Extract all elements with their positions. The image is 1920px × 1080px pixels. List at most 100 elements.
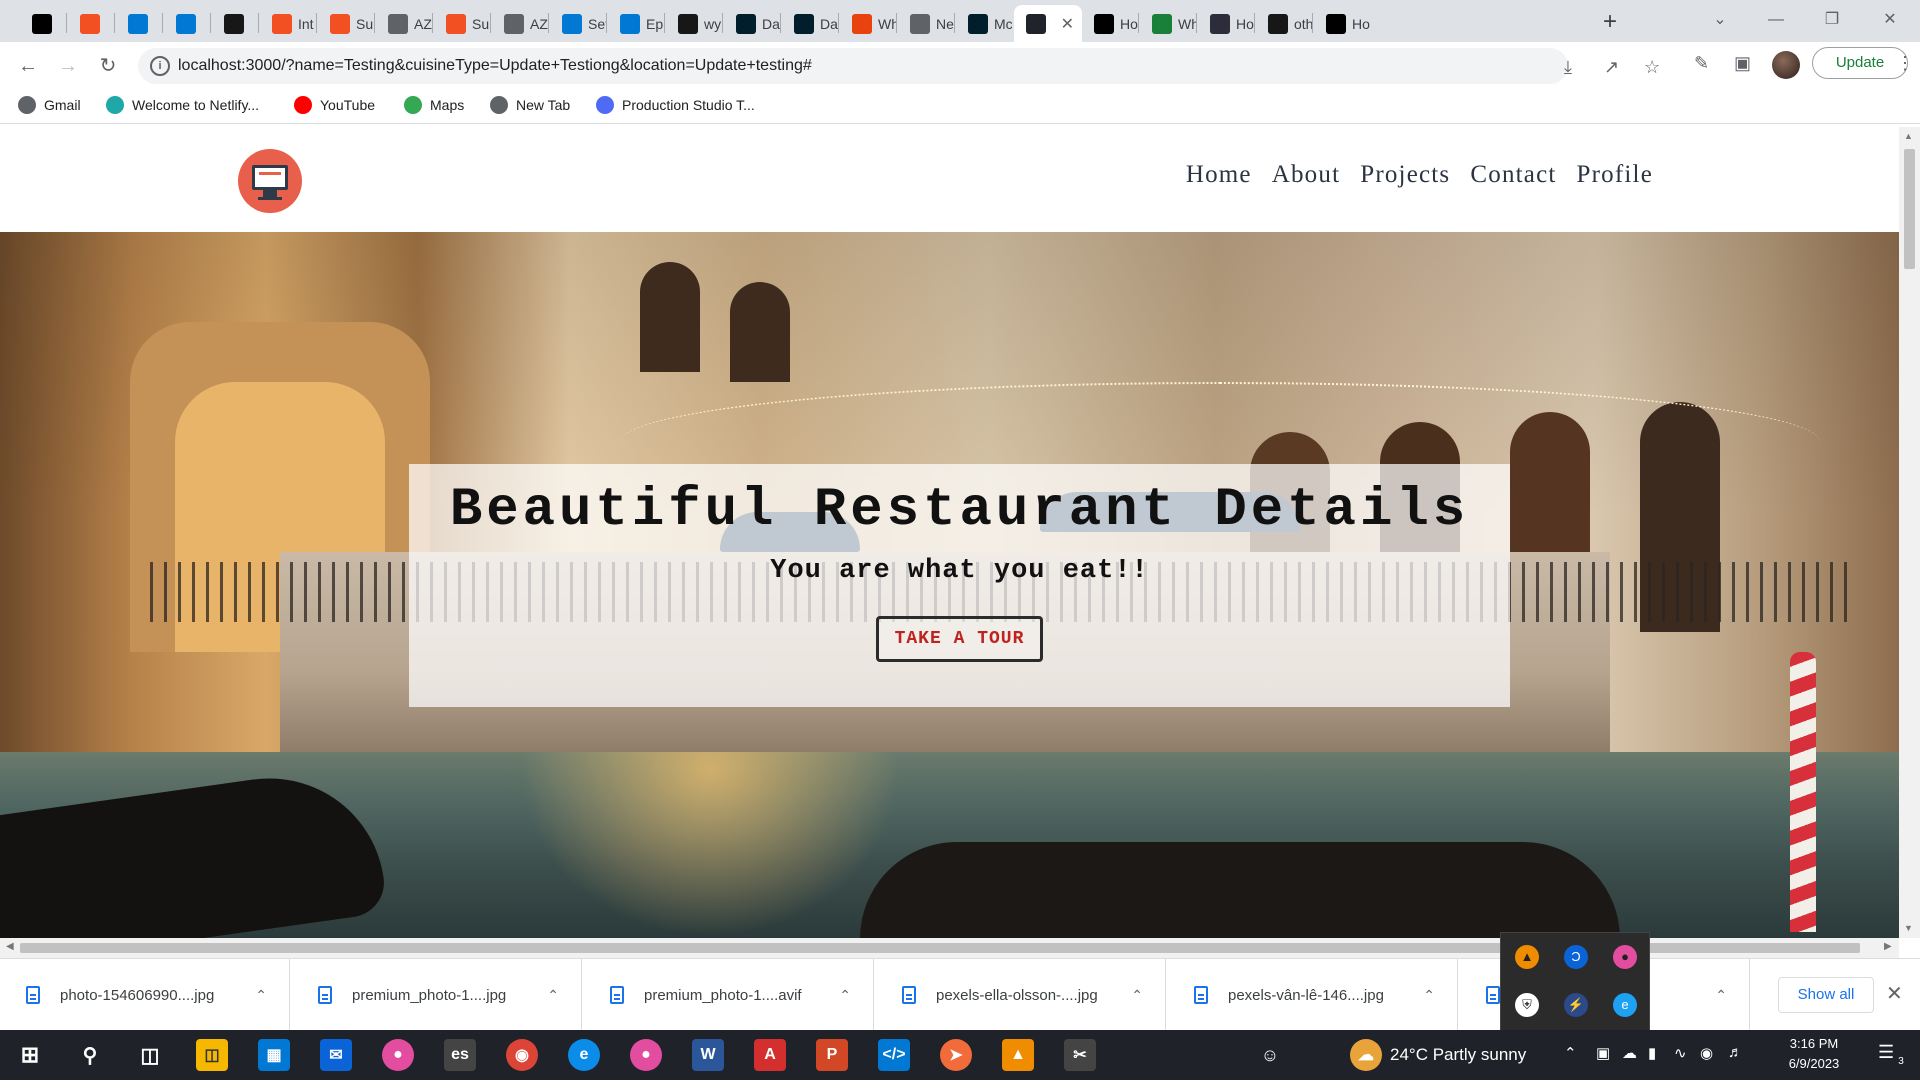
bookmark-item[interactable]: Welcome to Netlify...: [106, 96, 259, 114]
site-info-icon[interactable]: i: [150, 56, 170, 76]
browser-tab[interactable]: Int: [260, 5, 316, 42]
nav-profile[interactable]: Profile: [1577, 161, 1653, 189]
powerpoint-icon[interactable]: P: [816, 1039, 848, 1071]
weather-text[interactable]: 24°C Partly sunny: [1390, 1045, 1526, 1065]
browser-tab[interactable]: Ho: [1082, 5, 1138, 42]
weather-icon[interactable]: ☁: [1350, 1039, 1382, 1071]
vscode-icon[interactable]: </>: [878, 1039, 910, 1071]
vlc-icon[interactable]: ▲: [1002, 1039, 1034, 1071]
browser-tab[interactable]: Sur: [434, 5, 490, 42]
notification-center-icon[interactable]: ☰: [1878, 1042, 1894, 1063]
side-panel-icon[interactable]: ▣: [1734, 53, 1751, 74]
bookmark-star-icon[interactable]: ☆: [1644, 57, 1660, 78]
snipping-tool-icon[interactable]: ✂: [1064, 1039, 1096, 1071]
chevron-up-icon[interactable]: ⌃: [255, 987, 267, 1004]
tray-device-icon[interactable]: ▣: [1596, 1044, 1610, 1062]
browser-tab[interactable]: Ne: [898, 5, 954, 42]
browser-tab[interactable]: oth: [1256, 5, 1312, 42]
color-picker-icon[interactable]: ●: [630, 1039, 662, 1071]
acrobat-icon[interactable]: A: [754, 1039, 786, 1071]
site-logo[interactable]: [238, 149, 302, 213]
browser-tab[interactable]: Da: [782, 5, 838, 42]
nav-contact[interactable]: Contact: [1470, 161, 1556, 189]
update-button[interactable]: Update: [1812, 47, 1908, 79]
download-item[interactable]: photo-154606990....jpg ⌃: [0, 959, 290, 1031]
browser-tab[interactable]: Wh: [1140, 5, 1196, 42]
chevron-up-icon[interactable]: ⌃: [1131, 987, 1143, 1004]
nav-about[interactable]: About: [1272, 161, 1341, 189]
chevron-up-icon[interactable]: ⌃: [547, 987, 559, 1004]
color-app-icon[interactable]: ●: [382, 1039, 414, 1071]
wifi-icon[interactable]: ∿: [1674, 1044, 1687, 1062]
address-bar[interactable]: i localhost:3000/?name=Testing&cuisineTy…: [138, 48, 1660, 84]
task-view-icon[interactable]: ◫: [134, 1039, 166, 1071]
bookmark-item[interactable]: Production Studio T...: [596, 96, 755, 114]
file-explorer-icon[interactable]: ◫: [196, 1039, 228, 1071]
vlc-tray-icon[interactable]: ▲: [1515, 945, 1539, 969]
browser-tab[interactable]: Da: [724, 5, 780, 42]
microsoft-store-icon[interactable]: ▦: [258, 1039, 290, 1071]
download-item[interactable]: premium_photo-1....jpg ⌃: [292, 959, 582, 1031]
browser-tab[interactable]: Sur: [318, 5, 374, 42]
browser-tab[interactable]: Mc: [956, 5, 1012, 42]
camera-icon[interactable]: ◉: [1700, 1044, 1713, 1062]
browser-tab[interactable]: Ho: [1314, 5, 1370, 42]
battery-icon[interactable]: ▮: [1648, 1044, 1656, 1062]
back-button[interactable]: ←: [14, 52, 42, 80]
security-tray-icon[interactable]: ⛨: [1515, 993, 1539, 1017]
reload-button[interactable]: ↻: [94, 52, 122, 80]
install-icon[interactable]: ⤓: [1564, 57, 1572, 78]
start-windows-icon[interactable]: ⊞: [14, 1039, 46, 1071]
extensions-icon[interactable]: ✎: [1694, 53, 1709, 74]
url-text[interactable]: localhost:3000/?name=Testing&cuisineType…: [178, 57, 812, 75]
word-icon[interactable]: W: [692, 1039, 724, 1071]
browser-tab[interactable]: wy: [666, 5, 722, 42]
power-tray-icon[interactable]: ⚡: [1564, 993, 1588, 1017]
onedrive-icon[interactable]: ☁: [1622, 1044, 1637, 1062]
clock-date[interactable]: 6/9/2023: [1768, 1056, 1860, 1071]
menu-icon[interactable]: ⋮: [1896, 53, 1914, 74]
take-a-tour-button[interactable]: TAKE A TOUR: [875, 616, 1044, 662]
browser-tab[interactable]: Ho: [1198, 5, 1254, 42]
chevron-up-icon[interactable]: ⌃: [839, 987, 851, 1004]
color-picker-tray-icon[interactable]: ●: [1613, 945, 1637, 969]
tab-search-icon[interactable]: ⌄: [1694, 0, 1746, 42]
mail-icon[interactable]: ✉: [320, 1039, 352, 1071]
download-item[interactable]: premium_photo-1....avif ⌃: [584, 959, 874, 1031]
edge-icon[interactable]: e: [568, 1039, 600, 1071]
bookmark-item[interactable]: YouTube: [294, 96, 375, 114]
nav-projects[interactable]: Projects: [1360, 161, 1450, 189]
download-item[interactable]: pexels-vân-lê-146....jpg ⌃: [1168, 959, 1458, 1031]
volume-icon[interactable]: ♬: [1728, 1044, 1743, 1061]
share-icon[interactable]: ↗: [1604, 57, 1619, 78]
forward-button[interactable]: →: [54, 52, 82, 80]
chevron-up-icon[interactable]: ⌃: [1423, 987, 1435, 1004]
chrome-icon[interactable]: ◉: [506, 1039, 538, 1071]
bookmark-item[interactable]: Maps: [404, 96, 464, 114]
browser-tab[interactable]: Set: [550, 5, 606, 42]
close-window-icon[interactable]: ✕: [1864, 0, 1916, 42]
tray-chevron-icon[interactable]: ⌃: [1564, 1044, 1577, 1062]
browser-tab[interactable]: AZ: [376, 5, 432, 42]
people-icon[interactable]: ☺: [1254, 1039, 1286, 1071]
bookmark-item[interactable]: New Tab: [490, 96, 570, 114]
edge-tray-icon[interactable]: e: [1613, 993, 1637, 1017]
search-icon[interactable]: ⚲: [74, 1039, 106, 1071]
nav-home[interactable]: Home: [1186, 161, 1252, 189]
esri-app-icon[interactable]: es: [444, 1039, 476, 1071]
clock-time[interactable]: 3:16 PM: [1768, 1036, 1860, 1051]
show-all-downloads-button[interactable]: Show all: [1778, 977, 1874, 1013]
vertical-scrollbar[interactable]: ▲ ▼: [1899, 127, 1920, 938]
minimize-icon[interactable]: —: [1750, 0, 1802, 42]
profile-avatar[interactable]: [1772, 51, 1800, 79]
close-downloads-icon[interactable]: ✕: [1886, 981, 1903, 1006]
chevron-up-icon[interactable]: ⌃: [1715, 987, 1727, 1004]
bluetooth-icon[interactable]: Ͻ: [1564, 945, 1588, 969]
download-item[interactable]: pexels-ella-olsson-....jpg ⌃: [876, 959, 1166, 1031]
new-tab-button[interactable]: +: [1596, 8, 1624, 36]
browser-tab[interactable]: Wh: [840, 5, 896, 42]
browser-tab[interactable]: ✕: [1014, 5, 1082, 42]
vertical-scroll-thumb[interactable]: [1904, 149, 1915, 269]
browser-tab[interactable]: AZ: [492, 5, 548, 42]
close-tab-icon[interactable]: ✕: [1061, 14, 1074, 34]
